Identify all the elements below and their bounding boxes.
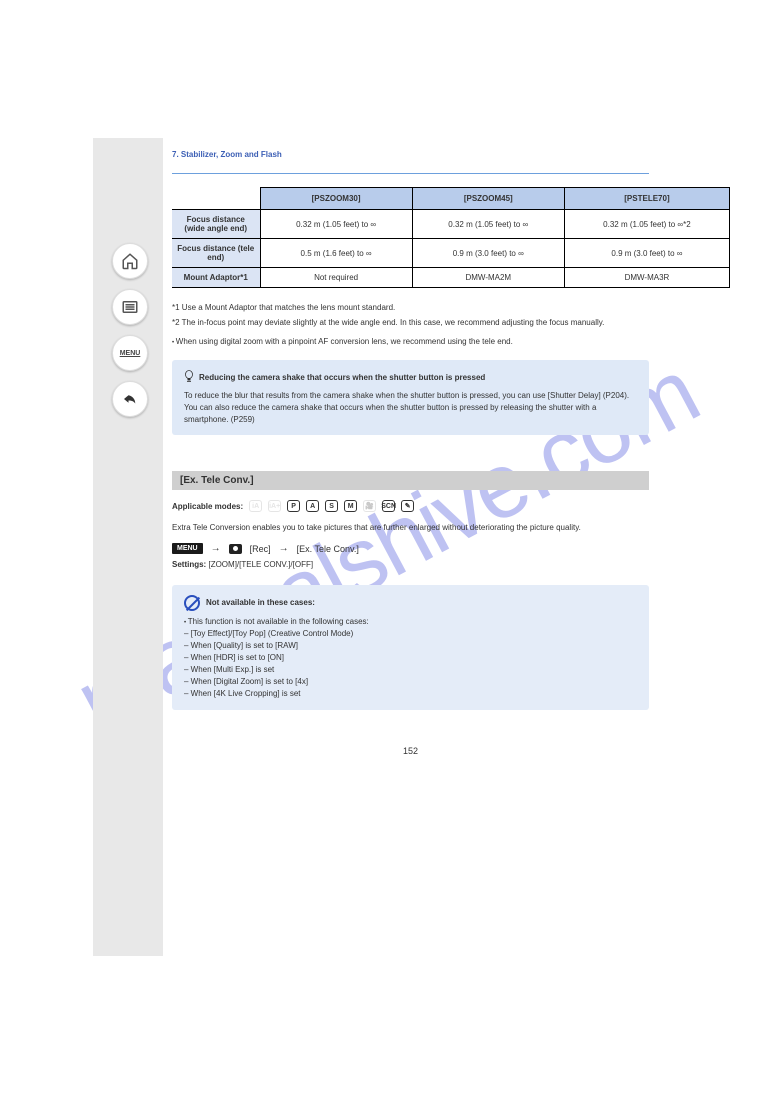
camera-icon (229, 544, 242, 554)
modes-label: Applicable modes: (172, 502, 243, 511)
section-title: [Ex. Tele Conv.] (172, 471, 649, 490)
mode-icon-creative: ✎ (401, 500, 414, 512)
table-header: [PSTELE70] (564, 188, 729, 210)
tip-body: You can also reduce the camera shake tha… (184, 402, 637, 425)
menu-icon[interactable]: MENU (112, 335, 148, 371)
table-header-blank (172, 188, 260, 210)
tip-body: To reduce the blur that results from the… (184, 390, 637, 402)
table-cell: DMW-MA3R (564, 268, 729, 288)
table-cell: 0.9 m (3.0 feet) to ∞ (564, 239, 729, 268)
na-item: When [Digital Zoom] is set to [4x] (184, 676, 637, 688)
table-cell: 0.32 m (1.05 feet) to ∞ (412, 210, 564, 239)
footnote-extra: When using digital zoom with a pinpoint … (172, 336, 649, 348)
mode-icon-movie: 🎥 (363, 500, 376, 512)
tip-box: Reducing the camera shake that occurs wh… (172, 360, 649, 435)
na-item: [Toy Effect]/[Toy Pop] (Creative Control… (184, 628, 637, 640)
na-item: When [4K Live Cropping] is set (184, 688, 637, 700)
tip-title-text: Reducing the camera shake that occurs wh… (199, 372, 485, 384)
lightbulb-icon (184, 370, 194, 387)
settings-line: Settings: [ZOOM]/[TELE CONV.]/[OFF] (172, 560, 649, 569)
table-header: [PSZOOM30] (260, 188, 412, 210)
arrow-icon: → (211, 543, 221, 554)
section-description: Extra Tele Conversion enables you to tak… (172, 522, 649, 533)
menu-badge: MENU (172, 543, 203, 554)
na-item: When [Quality] is set to [RAW] (184, 640, 637, 652)
table-cell: 0.32 m (1.05 feet) to ∞ (260, 210, 412, 239)
footnote: *2 The in-focus point may deviate slight… (172, 317, 649, 329)
na-item: When [Multi Exp.] is set (184, 664, 637, 676)
tip-title: Reducing the camera shake that occurs wh… (184, 370, 637, 387)
mode-icon-scn: SCN (382, 500, 395, 512)
home-icon[interactable] (112, 243, 148, 279)
not-available-box: Not available in these cases: This funct… (172, 585, 649, 710)
table-rowhead: Focus distance (wide angle end) (172, 210, 260, 239)
nav-icons: MENU (112, 243, 157, 417)
menu-step: [Ex. Tele Conv.] (297, 544, 359, 554)
table-cell: Not required (260, 268, 412, 288)
mode-icon-iap: iA+ (268, 500, 281, 512)
no-icon (184, 595, 200, 611)
footnote: *1 Use a Mount Adaptor that matches the … (172, 302, 649, 314)
back-icon[interactable] (112, 381, 148, 417)
na-item: When [HDR] is set to [ON] (184, 652, 637, 664)
mode-icon-p: P (287, 500, 300, 512)
menu-step: [Rec] (250, 544, 271, 554)
breadcrumb: 7. Stabilizer, Zoom and Flash (172, 150, 649, 159)
table-rowhead: Mount Adaptor*1 (172, 268, 260, 288)
table-header: [PSZOOM45] (412, 188, 564, 210)
toc-icon[interactable] (112, 289, 148, 325)
na-item: This function is not available in the fo… (184, 616, 637, 628)
settings-value: [ZOOM]/[TELE CONV.]/[OFF] (208, 560, 313, 569)
footnotes: *1 Use a Mount Adaptor that matches the … (172, 302, 649, 348)
mode-icon-a: A (306, 500, 319, 512)
not-available-title: Not available in these cases: (206, 597, 315, 609)
lens-table: [PSZOOM30] [PSZOOM45] [PSTELE70] Focus d… (172, 187, 730, 288)
applicable-modes: Applicable modes: iA iA+ P A S M 🎥 SCN ✎ (172, 500, 649, 512)
page-number: 152 (172, 746, 649, 756)
divider (172, 173, 649, 174)
table-cell: 0.9 m (3.0 feet) to ∞ (412, 239, 564, 268)
mode-icon-ia: iA (249, 500, 262, 512)
mode-icon-m: M (344, 500, 357, 512)
table-cell: 0.5 m (1.6 feet) to ∞ (260, 239, 412, 268)
settings-label: Settings: (172, 560, 206, 569)
arrow-icon: → (279, 543, 289, 554)
table-cell: 0.32 m (1.05 feet) to ∞*2 (564, 210, 729, 239)
mode-icon-s: S (325, 500, 338, 512)
menu-path: MENU → [Rec] → [Ex. Tele Conv.] (172, 543, 649, 554)
page-content: 7. Stabilizer, Zoom and Flash [PSZOOM30]… (172, 138, 649, 756)
table-cell: DMW-MA2M (412, 268, 564, 288)
table-rowhead: Focus distance (tele end) (172, 239, 260, 268)
